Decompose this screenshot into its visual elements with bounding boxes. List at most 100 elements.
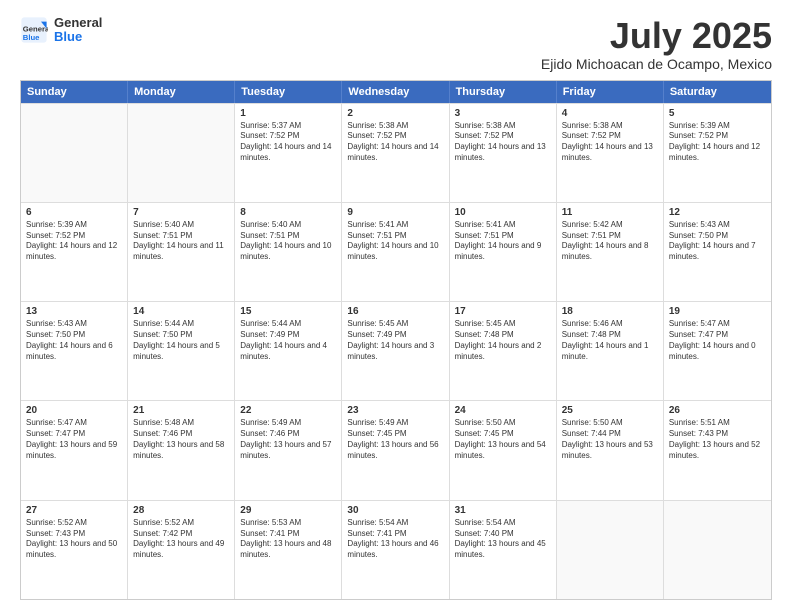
day-number: 27 (26, 505, 122, 516)
day-cell-7: 7Sunrise: 5:40 AMSunset: 7:51 PMDaylight… (128, 203, 235, 301)
day-cell-13: 13Sunrise: 5:43 AMSunset: 7:50 PMDayligh… (21, 302, 128, 400)
day-cell-11: 11 Sunrise: 5:42 AMSunset: 7:51 PMDayligh… (557, 203, 664, 301)
day-info: Sunrise: 5:48 AMSunset: 7:46 PMDaylight:… (133, 418, 229, 461)
empty-cell (664, 501, 771, 599)
day-cell-28: 28 Sunrise: 5:52 AMSunset: 7:42 PMDayligh… (128, 501, 235, 599)
empty-cell (128, 104, 235, 202)
day-cell-18: 18 Sunrise: 5:46 AMSunset: 7:48 PMDayligh… (557, 302, 664, 400)
logo: General Blue General Blue (20, 16, 102, 45)
logo-blue: Blue (54, 30, 102, 44)
day-number: 13 (26, 306, 122, 317)
day-number: 19 (669, 306, 766, 317)
day-cell-27: 27Sunrise: 5:52 AMSunset: 7:43 PMDayligh… (21, 501, 128, 599)
day-number: 10 (455, 207, 551, 218)
day-header-wednesday: Wednesday (342, 81, 449, 103)
day-number: 30 (347, 505, 443, 516)
day-info: Sunrise: 5:46 AMSunset: 7:48 PMDaylight:… (562, 319, 658, 362)
day-info: Sunrise: 5:38 AMSunset: 7:52 PMDaylight:… (455, 121, 551, 164)
day-info: Sunrise: 5:45 AMSunset: 7:48 PMDaylight:… (455, 319, 551, 362)
day-header-thursday: Thursday (450, 81, 557, 103)
day-info: Sunrise: 5:40 AMSunset: 7:51 PMDaylight:… (240, 220, 336, 263)
logo-general: General (54, 16, 102, 30)
day-info: Sunrise: 5:50 AMSunset: 7:45 PMDaylight:… (455, 418, 551, 461)
week-row-5: 27Sunrise: 5:52 AMSunset: 7:43 PMDayligh… (21, 500, 771, 599)
day-number: 3 (455, 108, 551, 119)
day-number: 1 (240, 108, 336, 119)
day-info: Sunrise: 5:43 AMSunset: 7:50 PMDaylight:… (669, 220, 766, 263)
day-number: 23 (347, 405, 443, 416)
day-cell-10: 10 Sunrise: 5:41 AMSunset: 7:51 PMDayligh… (450, 203, 557, 301)
day-cell-8: 8 Sunrise: 5:40 AMSunset: 7:51 PMDaylight… (235, 203, 342, 301)
day-number: 5 (669, 108, 766, 119)
day-cell-22: 22Sunrise: 5:49 AMSunset: 7:46 PMDayligh… (235, 401, 342, 499)
day-cell-9: 9 Sunrise: 5:41 AMSunset: 7:51 PMDaylight… (342, 203, 449, 301)
day-number: 18 (562, 306, 658, 317)
day-info: Sunrise: 5:53 AMSunset: 7:41 PMDaylight:… (240, 518, 336, 561)
day-cell-15: 15Sunrise: 5:44 AMSunset: 7:49 PMDayligh… (235, 302, 342, 400)
day-number: 24 (455, 405, 551, 416)
day-number: 16 (347, 306, 443, 317)
calendar-body: 1 Sunrise: 5:37 AMSunset: 7:52 PMDaylight… (21, 103, 771, 599)
day-number: 15 (240, 306, 336, 317)
day-number: 25 (562, 405, 658, 416)
day-number: 20 (26, 405, 122, 416)
title-block: July 2025 Ejido Michoacan de Ocampo, Mex… (541, 16, 772, 72)
day-info: Sunrise: 5:54 AMSunset: 7:41 PMDaylight:… (347, 518, 443, 561)
day-number: 21 (133, 405, 229, 416)
page: General Blue General Blue July 2025 Ejid… (0, 0, 792, 612)
day-cell-16: 16Sunrise: 5:45 AMSunset: 7:49 PMDayligh… (342, 302, 449, 400)
day-number: 6 (26, 207, 122, 218)
day-cell-19: 19Sunrise: 5:47 AMSunset: 7:47 PMDayligh… (664, 302, 771, 400)
logo-icon: General Blue (20, 16, 48, 44)
day-info: Sunrise: 5:54 AMSunset: 7:40 PMDaylight:… (455, 518, 551, 561)
day-cell-1: 1 Sunrise: 5:37 AMSunset: 7:52 PMDaylight… (235, 104, 342, 202)
day-info: Sunrise: 5:41 AMSunset: 7:51 PMDaylight:… (347, 220, 443, 263)
day-info: Sunrise: 5:44 AMSunset: 7:50 PMDaylight:… (133, 319, 229, 362)
day-info: Sunrise: 5:40 AMSunset: 7:51 PMDaylight:… (133, 220, 229, 263)
day-info: Sunrise: 5:42 AMSunset: 7:51 PMDaylight:… (562, 220, 658, 263)
svg-text:General: General (23, 25, 48, 34)
day-cell-24: 24 Sunrise: 5:50 AMSunset: 7:45 PMDayligh… (450, 401, 557, 499)
day-cell-30: 30 Sunrise: 5:54 AMSunset: 7:41 PMDayligh… (342, 501, 449, 599)
day-number: 8 (240, 207, 336, 218)
page-title: July 2025 (541, 16, 772, 56)
day-cell-2: 2Sunrise: 5:38 AMSunset: 7:52 PMDaylight… (342, 104, 449, 202)
day-header-friday: Friday (557, 81, 664, 103)
calendar: SundayMondayTuesdayWednesdayThursdayFrid… (20, 80, 772, 600)
day-number: 31 (455, 505, 551, 516)
day-info: Sunrise: 5:38 AMSunset: 7:52 PMDaylight:… (347, 121, 443, 164)
header: General Blue General Blue July 2025 Ejid… (20, 16, 772, 72)
page-subtitle: Ejido Michoacan de Ocampo, Mexico (541, 56, 772, 72)
week-row-3: 13Sunrise: 5:43 AMSunset: 7:50 PMDayligh… (21, 301, 771, 400)
day-info: Sunrise: 5:47 AMSunset: 7:47 PMDaylight:… (26, 418, 122, 461)
day-info: Sunrise: 5:51 AMSunset: 7:43 PMDaylight:… (669, 418, 766, 461)
day-header-saturday: Saturday (664, 81, 771, 103)
day-cell-17: 17 Sunrise: 5:45 AMSunset: 7:48 PMDayligh… (450, 302, 557, 400)
day-cell-5: 5 Sunrise: 5:39 AMSunset: 7:52 PMDaylight… (664, 104, 771, 202)
empty-cell (557, 501, 664, 599)
day-number: 17 (455, 306, 551, 317)
calendar-header: SundayMondayTuesdayWednesdayThursdayFrid… (21, 81, 771, 103)
week-row-1: 1 Sunrise: 5:37 AMSunset: 7:52 PMDaylight… (21, 103, 771, 202)
day-number: 11 (562, 207, 658, 218)
day-cell-20: 20 Sunrise: 5:47 AMSunset: 7:47 PMDayligh… (21, 401, 128, 499)
day-header-monday: Monday (128, 81, 235, 103)
day-info: Sunrise: 5:52 AMSunset: 7:42 PMDaylight:… (133, 518, 229, 561)
day-number: 12 (669, 207, 766, 218)
day-cell-12: 12 Sunrise: 5:43 AMSunset: 7:50 PMDayligh… (664, 203, 771, 301)
day-cell-3: 3 Sunrise: 5:38 AMSunset: 7:52 PMDaylight… (450, 104, 557, 202)
day-cell-29: 29Sunrise: 5:53 AMSunset: 7:41 PMDayligh… (235, 501, 342, 599)
day-info: Sunrise: 5:37 AMSunset: 7:52 PMDaylight:… (240, 121, 336, 164)
day-cell-25: 25 Sunrise: 5:50 AMSunset: 7:44 PMDayligh… (557, 401, 664, 499)
day-number: 22 (240, 405, 336, 416)
day-info: Sunrise: 5:39 AMSunset: 7:52 PMDaylight:… (26, 220, 122, 263)
week-row-4: 20 Sunrise: 5:47 AMSunset: 7:47 PMDayligh… (21, 400, 771, 499)
week-row-2: 6 Sunrise: 5:39 AMSunset: 7:52 PMDaylight… (21, 202, 771, 301)
day-info: Sunrise: 5:39 AMSunset: 7:52 PMDaylight:… (669, 121, 766, 164)
day-number: 28 (133, 505, 229, 516)
day-number: 9 (347, 207, 443, 218)
day-cell-14: 14Sunrise: 5:44 AMSunset: 7:50 PMDayligh… (128, 302, 235, 400)
day-info: Sunrise: 5:50 AMSunset: 7:44 PMDaylight:… (562, 418, 658, 461)
day-info: Sunrise: 5:41 AMSunset: 7:51 PMDaylight:… (455, 220, 551, 263)
day-cell-4: 4Sunrise: 5:38 AMSunset: 7:52 PMDaylight… (557, 104, 664, 202)
